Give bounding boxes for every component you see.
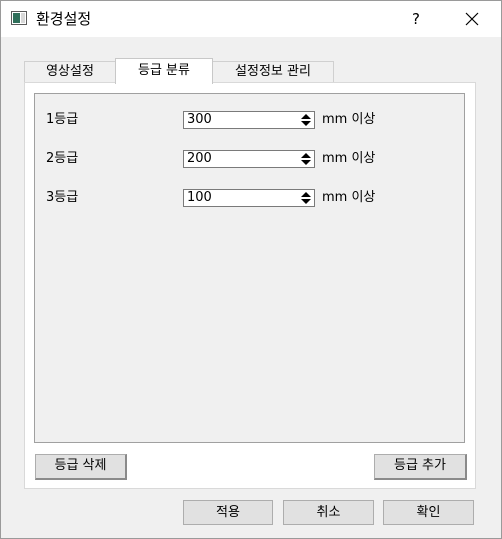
close-button[interactable]: [449, 1, 495, 37]
apply-button[interactable]: 적용: [183, 500, 273, 525]
title-bar: 환경설정 ?: [1, 1, 501, 37]
grade-1-spinbox[interactable]: 300: [183, 111, 315, 129]
grade-3-spinbox[interactable]: 100: [183, 189, 315, 207]
grade-2-label: 2등급: [46, 151, 79, 166]
grade-2-unit: mm 이상: [322, 151, 376, 166]
grade-list-panel: [34, 93, 465, 443]
grade-1-label: 1등급: [46, 112, 79, 127]
add-grade-button[interactable]: 등급 추가: [374, 454, 467, 480]
tab-label: 등급 분류: [138, 63, 190, 78]
tab-label: 설정정보 관리: [235, 64, 311, 79]
settings-dialog: 환경설정 ? 영상설정 등급 분류 설정정보 관리 1등급 300 mm 이상 …: [0, 0, 502, 539]
button-label: 확인: [416, 505, 441, 520]
tab-label: 영상설정: [46, 64, 94, 79]
button-label: 취소: [316, 505, 341, 520]
tab-video-settings[interactable]: 영상설정: [24, 61, 116, 83]
button-label: 등급 추가: [394, 458, 446, 473]
close-icon: [465, 12, 479, 26]
grade-1-unit: mm 이상: [322, 112, 376, 127]
button-label: 등급 삭제: [54, 458, 107, 473]
spin-arrows-icon[interactable]: [300, 152, 312, 166]
spin-arrows-icon[interactable]: [300, 113, 312, 127]
grade-3-value: 100: [187, 190, 212, 205]
ok-button[interactable]: 확인: [383, 500, 474, 525]
delete-grade-button[interactable]: 등급 삭제: [35, 454, 127, 480]
help-button[interactable]: ?: [396, 1, 436, 37]
grade-2-spinbox[interactable]: 200: [183, 150, 315, 168]
tab-grade-classification[interactable]: 등급 분류: [115, 58, 213, 84]
grade-2-value: 200: [187, 151, 212, 166]
spin-arrows-icon[interactable]: [300, 191, 312, 205]
grade-3-label: 3등급: [46, 190, 79, 205]
app-icon: [11, 11, 27, 25]
cancel-button[interactable]: 취소: [283, 500, 374, 525]
tab-settings-management[interactable]: 설정정보 관리: [212, 61, 334, 83]
button-label: 적용: [216, 505, 240, 520]
grade-3-unit: mm 이상: [322, 190, 376, 205]
window-title: 환경설정: [36, 10, 92, 28]
grade-1-value: 300: [187, 112, 212, 127]
